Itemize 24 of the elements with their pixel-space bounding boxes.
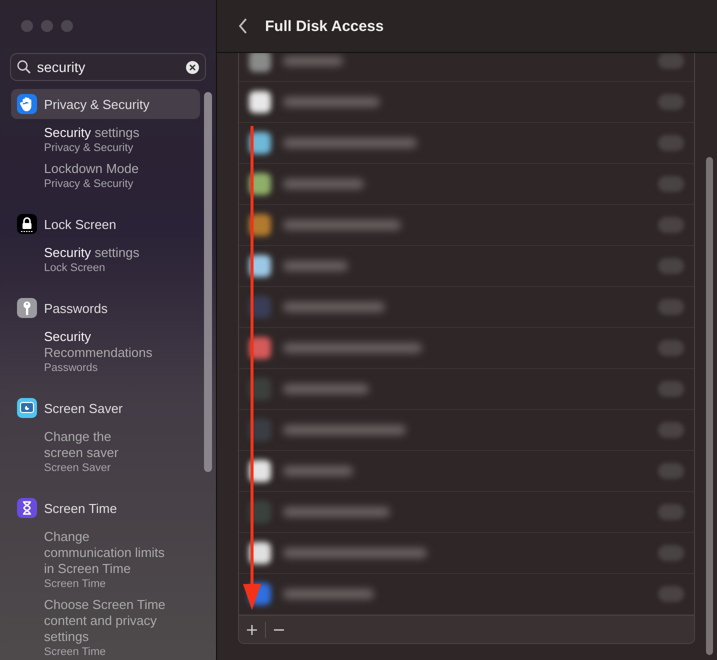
sidebar-category[interactable]: Passwords — [11, 293, 200, 323]
search-result-title[interactable]: Lockdown Mode — [44, 161, 200, 177]
search-result-title[interactable]: Security Recommendations — [44, 329, 200, 361]
search-result-subtitle: Passwords — [44, 361, 99, 375]
search-field[interactable]: security — [10, 53, 206, 81]
sidebar-category[interactable]: Screen Time — [11, 493, 200, 523]
search-result-subtitle: Lock Screen — [44, 261, 106, 275]
search-result-title[interactable]: Security settings — [44, 245, 200, 261]
add-button[interactable]: + — [239, 618, 265, 640]
search-result-title[interactable]: Change the screen saver — [44, 429, 200, 461]
search-result-title[interactable]: Choose Screen Time content and privacy settings — [44, 597, 200, 645]
search-field[interactable]: security — [37, 59, 180, 75]
page-title: Full Disk Access — [265, 18, 384, 34]
search-result-title[interactable]: Change communication limits in Screen Time — [44, 529, 200, 577]
search-result-title[interactable]: Security settings — [44, 125, 200, 141]
search-result-subtitle: Screen Saver — [44, 461, 112, 475]
sidebar-category[interactable]: Lock Screen — [11, 209, 200, 239]
search-result-subtitle: Screen Time — [44, 577, 107, 591]
sidebar-category[interactable]: Screen Saver — [11, 393, 200, 423]
search-result-subtitle: Privacy & Security — [44, 141, 134, 155]
remove-button[interactable]: − — [266, 618, 292, 640]
sidebar-category[interactable]: Privacy & Security — [11, 89, 200, 119]
search-result-subtitle: Screen Time — [44, 645, 107, 659]
search-result-subtitle: Privacy & Security — [44, 177, 134, 191]
